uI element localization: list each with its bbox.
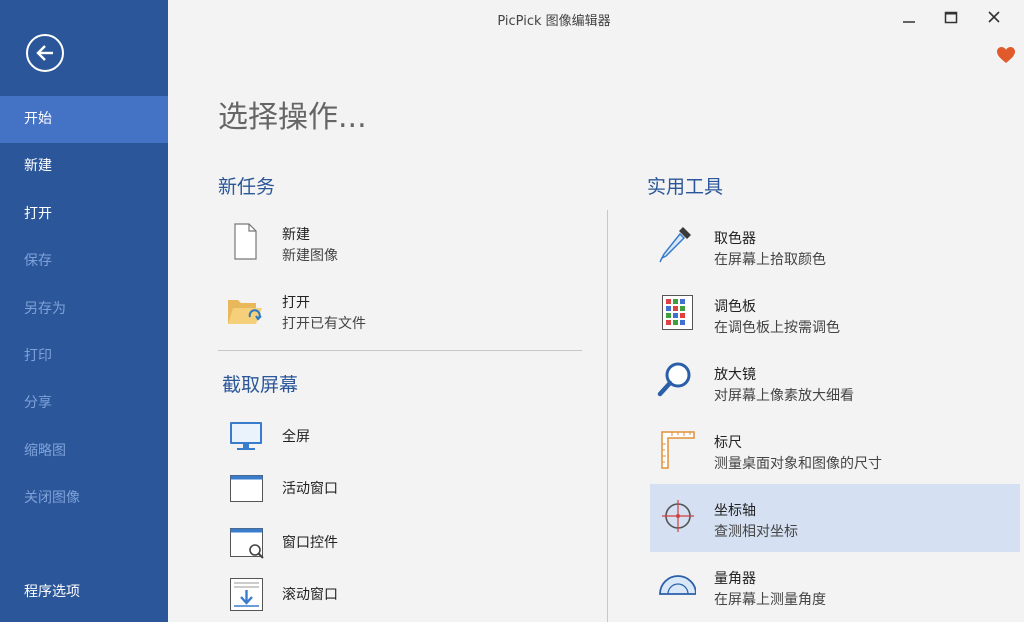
sidebar-item-new[interactable]: 新建 [0, 143, 168, 190]
section-title-new-task: 新任务 [218, 176, 276, 198]
action-new-image-title: 新建 [282, 227, 310, 243]
back-arrow-icon [36, 45, 53, 61]
sidebar-item-save: 保存 [24, 253, 52, 270]
tool-protractor[interactable]: 量角器 在屏幕上测量角度 [652, 562, 1012, 622]
scroll-window-icon [230, 578, 263, 611]
section-divider [218, 350, 582, 351]
maximize-icon [944, 11, 958, 24]
tool-ruler-title: 标尺 [714, 435, 742, 451]
close-button[interactable] [983, 8, 1005, 28]
tool-color-picker[interactable]: 取色器 在屏幕上拾取颜色 [652, 222, 1012, 282]
tool-magnifier-desc: 对屏幕上像素放大细看 [714, 388, 854, 404]
capture-fullscreen-label: 全屏 [282, 429, 310, 445]
close-icon [988, 11, 1000, 23]
action-open-file-title: 打开 [282, 295, 310, 311]
crosshair-icon [662, 500, 694, 532]
tool-ruler[interactable]: 标尺 测量桌面对象和图像的尺寸 [652, 426, 1012, 486]
tool-color-picker-desc: 在屏幕上拾取颜色 [714, 252, 826, 268]
sidebar-nav: 开始 新建 打开 保存 另存为 打印 分享 缩略图 关闭图像 [0, 96, 168, 523]
sidebar: 开始 新建 打开 保存 另存为 打印 分享 缩略图 关闭图像 程序选项 [0, 0, 168, 622]
open-folder-icon [228, 300, 262, 324]
sidebar-item-print: 打印 [24, 347, 52, 364]
tool-palette[interactable]: 调色板 在调色板上按需调色 [652, 290, 1012, 350]
minimize-icon [903, 21, 915, 23]
sidebar-item-options[interactable]: 程序选项 [0, 572, 168, 612]
protractor-icon [659, 575, 696, 595]
tool-magnifier[interactable]: 放大镜 对屏幕上像素放大细看 [652, 358, 1012, 418]
sidebar-item-thumbnail: 缩略图 [24, 442, 66, 459]
action-new-image-desc: 新建图像 [282, 248, 338, 264]
tool-crosshair-title: 坐标轴 [714, 503, 756, 519]
favorite-heart-button[interactable] [996, 46, 1016, 68]
sidebar-item-save-as: 另存为 [24, 300, 66, 317]
tool-magnifier-title: 放大镜 [714, 367, 756, 383]
capture-scrolling-window[interactable]: 滚动窗口 [220, 572, 560, 616]
window-icon [230, 475, 263, 502]
capture-active-window[interactable]: 活动窗口 [220, 466, 560, 510]
back-button[interactable] [26, 34, 64, 72]
tool-palette-desc: 在调色板上按需调色 [714, 320, 840, 336]
action-open-file-desc: 打开已有文件 [282, 316, 366, 332]
minimize-button[interactable] [898, 8, 920, 28]
blank-file-icon [234, 223, 257, 260]
window-title: PicPick 图像编辑器 [497, 14, 611, 29]
sidebar-item-open[interactable]: 打开 [0, 191, 168, 238]
tool-ruler-desc: 测量桌面对象和图像的尺寸 [714, 456, 882, 472]
sidebar-item-start[interactable]: 开始 [0, 96, 168, 144]
column-divider [607, 210, 608, 622]
window-search-icon [230, 528, 264, 559]
palette-grid-icon [662, 295, 693, 330]
tool-crosshair[interactable]: 坐标轴 查测相对坐标 [652, 494, 1012, 554]
capture-window-control[interactable]: 窗口控件 [220, 520, 560, 564]
heart-icon [997, 47, 1015, 63]
ruler-icon [661, 431, 695, 469]
tool-protractor-title: 量角器 [714, 571, 756, 587]
eyedropper-icon [659, 227, 691, 263]
section-title-capture: 截取屏幕 [222, 374, 299, 396]
capture-active-window-label: 活动窗口 [282, 481, 338, 497]
tool-protractor-desc: 在屏幕上测量角度 [714, 592, 826, 608]
tool-crosshair-desc: 查测相对坐标 [714, 524, 798, 540]
capture-scrolling-window-label: 滚动窗口 [282, 587, 338, 603]
maximize-button[interactable] [940, 8, 962, 28]
capture-fullscreen[interactable]: 全屏 [220, 414, 560, 458]
tool-palette-title: 调色板 [714, 299, 756, 315]
sidebar-item-close-image: 关闭图像 [24, 490, 80, 507]
section-title-tools: 实用工具 [647, 176, 724, 198]
magnifier-icon [657, 362, 691, 397]
tool-color-picker-title: 取色器 [714, 231, 756, 247]
sidebar-item-share: 分享 [24, 395, 52, 412]
monitor-icon [230, 422, 262, 450]
action-new-image[interactable]: 新建 新建图像 [220, 218, 560, 278]
capture-window-control-label: 窗口控件 [282, 535, 338, 551]
action-open-file[interactable]: 打开 打开已有文件 [220, 286, 560, 346]
page-title: 选择操作... [218, 100, 367, 135]
